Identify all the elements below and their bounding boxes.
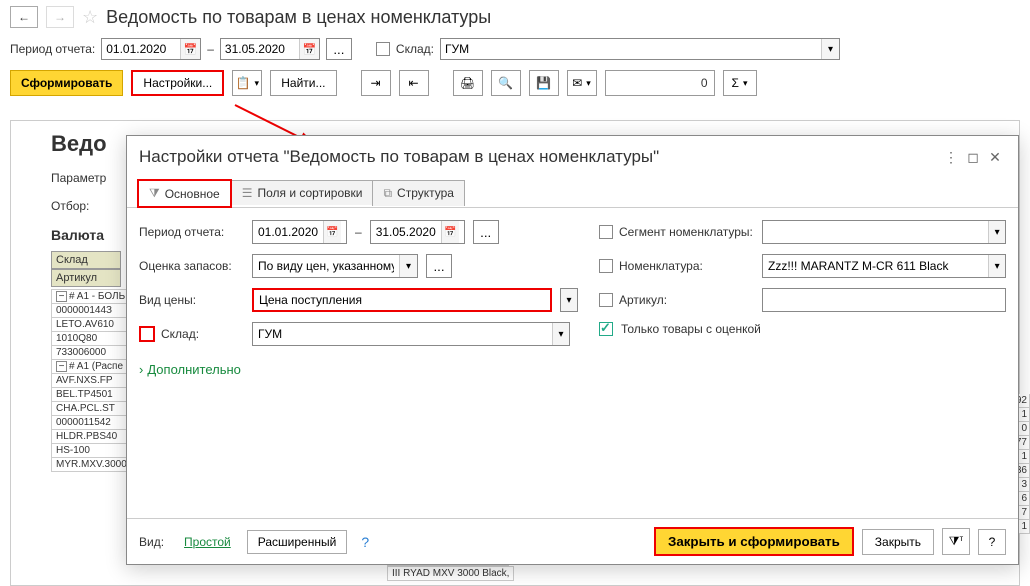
dash: – bbox=[207, 42, 214, 56]
col-warehouse: Склад bbox=[51, 251, 121, 269]
generate-button[interactable]: Сформировать bbox=[10, 70, 123, 96]
collapse-icon[interactable]: − bbox=[56, 291, 67, 302]
close-icon[interactable]: ✕ bbox=[984, 146, 1006, 168]
close-and-generate-button[interactable]: Закрыть и сформировать bbox=[654, 527, 854, 556]
paste-icon[interactable]: 📋▾ bbox=[232, 70, 262, 96]
tab-fields-label: Поля и сортировки bbox=[257, 186, 362, 200]
more-menu-icon[interactable]: ⋮ bbox=[940, 146, 962, 168]
period-from-input[interactable] bbox=[102, 42, 180, 56]
chevron-down-icon[interactable]: ▾ bbox=[821, 39, 839, 59]
collapse-icon[interactable]: − bbox=[56, 361, 67, 372]
nomenclature-label: Номенклатура: bbox=[619, 259, 703, 273]
nomenclature-checkbox[interactable] bbox=[599, 259, 613, 273]
columns-icon: ☰ bbox=[242, 186, 253, 200]
nav-forward-button[interactable]: → bbox=[46, 6, 74, 28]
nomenclature-input[interactable] bbox=[763, 259, 988, 273]
email-icon[interactable]: ✉▾ bbox=[567, 70, 597, 96]
dlg-warehouse-input[interactable] bbox=[253, 327, 552, 341]
filter-toggle-icon[interactable]: ⧩т bbox=[942, 528, 970, 555]
collapse-levels-icon[interactable]: ⇤ bbox=[399, 70, 429, 96]
help-icon[interactable]: ? bbox=[361, 534, 369, 550]
stock-eval-more[interactable]: ... bbox=[426, 254, 452, 278]
maximize-icon[interactable]: ◻ bbox=[962, 146, 984, 168]
calendar-icon[interactable]: 📅 bbox=[180, 39, 200, 59]
help-button[interactable]: ? bbox=[978, 529, 1006, 555]
save-icon[interactable]: 💾 bbox=[529, 70, 559, 96]
find-button[interactable]: Найти... bbox=[270, 70, 336, 96]
view-label: Вид: bbox=[139, 535, 164, 549]
tab-main[interactable]: ⧩ Основное bbox=[137, 179, 232, 208]
article-input[interactable] bbox=[763, 293, 1005, 307]
stock-eval-label: Оценка запасов: bbox=[139, 259, 244, 273]
dlg-warehouse-checkbox[interactable] bbox=[139, 326, 155, 342]
preview-icon[interactable]: 🔍 bbox=[491, 70, 521, 96]
warehouse-checkbox[interactable] bbox=[376, 42, 390, 56]
dlg-period-to[interactable] bbox=[371, 225, 441, 239]
warehouse-label: Склад: bbox=[396, 42, 434, 56]
dlg-warehouse-label: Склад: bbox=[139, 326, 244, 342]
counter-display: 0 bbox=[605, 70, 715, 96]
expand-levels-icon[interactable]: ⇥ bbox=[361, 70, 391, 96]
col-article: Артикул bbox=[51, 269, 121, 287]
dlg-period-label: Период отчета: bbox=[139, 225, 244, 239]
article-label: Артикул: bbox=[619, 293, 667, 307]
nav-back-button[interactable]: ← bbox=[10, 6, 38, 28]
calendar-icon[interactable]: 📅 bbox=[299, 39, 319, 59]
more-options-link[interactable]: › Дополнительно bbox=[139, 362, 241, 377]
chevron-down-icon[interactable]: ▾ bbox=[988, 255, 1005, 277]
print-icon[interactable]: 🖨 bbox=[453, 70, 483, 96]
favorite-star-icon[interactable]: ☆ bbox=[82, 7, 98, 28]
chevron-down-icon[interactable]: ▾ bbox=[399, 255, 417, 277]
chevron-right-icon: › bbox=[139, 362, 143, 377]
sum-icon[interactable]: Σ▾ bbox=[723, 70, 757, 96]
tab-fields[interactable]: ☰ Поля и сортировки bbox=[231, 180, 374, 205]
period-to-input[interactable] bbox=[221, 42, 299, 56]
only-rated-checkbox[interactable] bbox=[599, 322, 613, 336]
period-label: Период отчета: bbox=[10, 42, 95, 56]
price-type-label: Вид цены: bbox=[139, 293, 244, 307]
tree-icon: ⧉ bbox=[383, 186, 392, 201]
dialog-title: Настройки отчета "Ведомость по товарам в… bbox=[139, 147, 940, 167]
view-simple-link[interactable]: Простой bbox=[176, 531, 239, 553]
segment-label: Сегмент номенклатуры: bbox=[619, 225, 753, 239]
segment-checkbox[interactable] bbox=[599, 225, 613, 239]
segment-input[interactable] bbox=[763, 225, 988, 239]
tab-main-label: Основное bbox=[165, 187, 220, 201]
warehouse-input[interactable] bbox=[441, 42, 821, 56]
tab-structure[interactable]: ⧉ Структура bbox=[372, 180, 465, 206]
close-button[interactable]: Закрыть bbox=[862, 529, 934, 555]
price-type-input[interactable] bbox=[254, 293, 550, 307]
chevron-down-icon[interactable]: ▾ bbox=[552, 323, 569, 345]
settings-dialog: Настройки отчета "Ведомость по товарам в… bbox=[126, 135, 1019, 565]
article-checkbox[interactable] bbox=[599, 293, 613, 307]
only-rated-label: Только товары с оценкой bbox=[621, 322, 761, 336]
calendar-icon[interactable]: 📅 bbox=[323, 221, 341, 243]
table-row: III RYAD MXV 3000 Black, bbox=[387, 566, 514, 581]
chevron-down-icon[interactable]: ▾ bbox=[560, 288, 578, 312]
dlg-period-more[interactable]: ... bbox=[473, 220, 499, 244]
tab-structure-label: Структура bbox=[397, 186, 454, 200]
page-title: Ведомость по товарам в ценах номенклатур… bbox=[106, 7, 491, 28]
filter-icon: ⧩ bbox=[149, 186, 160, 201]
view-extended-button[interactable]: Расширенный bbox=[247, 530, 348, 554]
dlg-period-from[interactable] bbox=[253, 225, 323, 239]
stock-eval-input[interactable] bbox=[253, 259, 399, 273]
chevron-down-icon[interactable]: ▾ bbox=[988, 221, 1005, 243]
settings-button[interactable]: Настройки... bbox=[131, 70, 224, 96]
period-more-button[interactable]: ... bbox=[326, 38, 352, 60]
calendar-icon[interactable]: 📅 bbox=[441, 221, 459, 243]
